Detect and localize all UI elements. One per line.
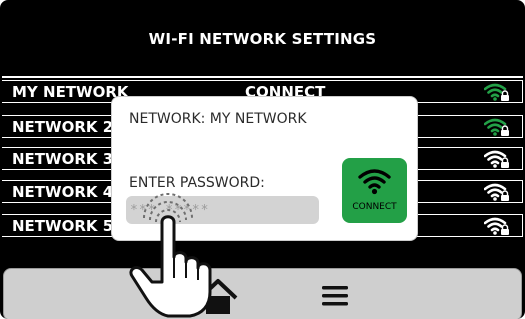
network-name: MY NETWORK [12, 83, 129, 101]
network-name: NETWORK 3 [12, 150, 114, 168]
connect-button[interactable]: CONNECT [342, 158, 407, 223]
wifi-locked-white-icon [484, 150, 509, 168]
connect-button-label: CONNECT [352, 202, 397, 212]
network-name: NETWORK 4 [12, 183, 114, 201]
wifi-settings-screen: WI-FI NETWORK SETTINGS MY NETWORK CONNEC… [0, 0, 525, 319]
wifi-locked-green-icon [484, 83, 509, 101]
wifi-locked-green-icon [484, 118, 509, 136]
dialog-network-label: NETWORK: MY NETWORK [129, 111, 307, 127]
page-title: WI-FI NETWORK SETTINGS [148, 30, 377, 48]
wifi-locked-white-icon [484, 217, 509, 235]
wifi-locked-white-icon [484, 183, 509, 201]
tap-hand-icon [129, 193, 212, 318]
network-name: NETWORK 2 [12, 118, 114, 136]
wifi-icon [358, 169, 391, 195]
menu-icon[interactable] [322, 285, 348, 307]
title-divider [2, 76, 523, 78]
bottom-nav-bar [3, 268, 522, 319]
network-name: NETWORK 5 [12, 217, 114, 235]
